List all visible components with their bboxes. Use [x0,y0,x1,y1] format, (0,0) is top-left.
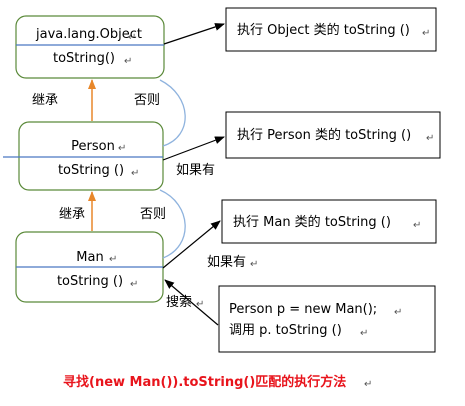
note-object-text: 执行 Object 类的 toString () [237,22,410,38]
note-man-text: 执行 Man 类的 toString () [233,214,391,230]
paragraph-mark: ↵ [364,379,372,390]
paragraph-mark: ↵ [109,254,117,265]
object-class-name: java.lang.Object [35,27,142,42]
paragraph-mark: ↵ [118,143,126,154]
paragraph-mark: ↵ [250,259,258,270]
paragraph-mark: ↵ [413,220,421,231]
man-class-name: Man [76,250,103,265]
label-if-has-person: 如果有 [176,162,215,178]
code-box: Person p = new Man(); 调用 p. toString () … [218,285,436,353]
label-otherwise-person-object: 否则 [134,93,160,108]
paragraph-mark: ↵ [128,32,136,43]
paragraph-mark: ↵ [124,56,132,67]
label-search: 搜索 [166,295,192,310]
paragraph-mark: ↵ [394,307,402,318]
class-box-man: Man toString () ↵ ↵ [15,231,164,303]
object-method: toString() [53,51,115,66]
man-method: toString () [57,274,123,289]
code-line-2: 调用 p. toString () [229,323,342,338]
paragraph-mark: ↵ [131,168,139,179]
note-box-man: 执行 Man 类的 toString () ↵ [221,199,437,244]
paragraph-mark: ↵ [130,279,138,290]
code-line-1: Person p = new Man(); [229,302,377,317]
person-class-name: Person [71,139,115,154]
note-box-person: 执行 Person 类的 toString () ↵ [225,111,441,159]
label-inherit-man-person: 继承 [59,207,85,222]
paragraph-mark: ↵ [196,299,204,310]
paragraph-mark: ↵ [426,133,434,144]
otherwise-curve-person-object [159,79,186,147]
label-otherwise-man-person: 否则 [140,207,166,222]
class-hierarchy-diagram: java.lang.Object toString() ↵ ↵ Person t… [3,7,441,390]
class-box-object: java.lang.Object toString() ↵ ↵ [15,15,165,79]
otherwise-curve-man-person [159,189,186,259]
diagram-caption: 寻找(new Man()).toString()匹配的执行方法 [63,374,346,390]
paragraph-mark: ↵ [422,28,430,39]
note-person-text: 执行 Person 类的 toString () [237,127,411,143]
arrow-person-to-note [162,136,225,161]
arrow-object-to-note [163,23,225,45]
note-box-object: 执行 Object 类的 toString () ↵ [225,7,437,52]
label-if-has-man: 如果有 [207,254,246,270]
class-box-person: Person toString () ↵ ↵ [3,121,164,191]
label-inherit-person-object: 继承 [32,93,58,108]
paragraph-mark: ↵ [360,328,368,339]
person-method: toString () [58,163,124,178]
